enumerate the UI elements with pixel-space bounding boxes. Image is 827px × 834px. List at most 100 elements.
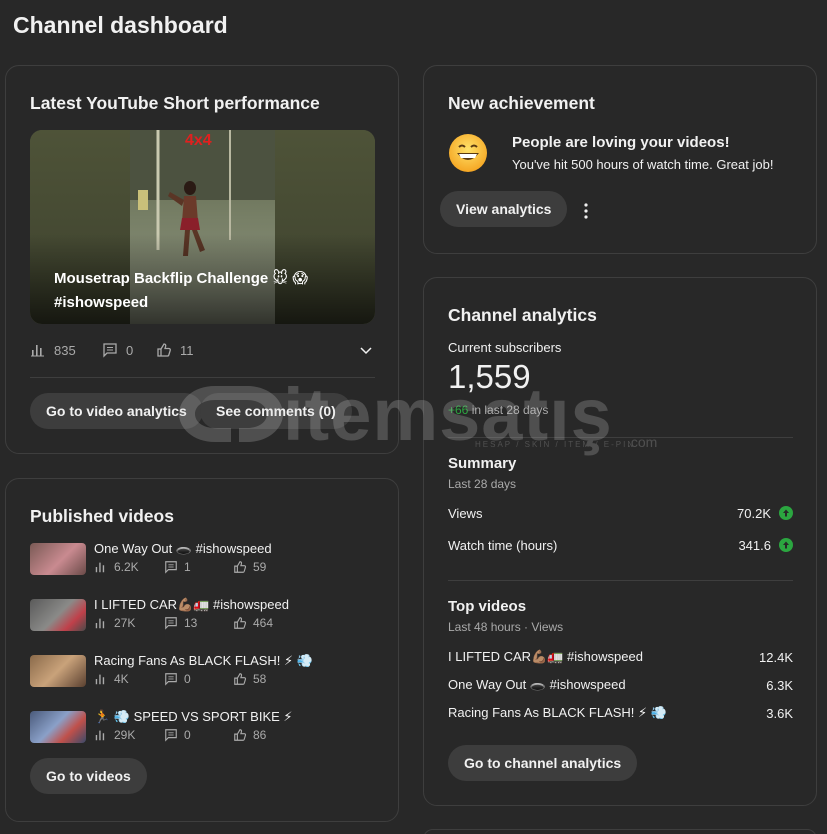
top-video-title: Racing Fans As BLACK FLASH! ⚡ 💨 [448, 705, 667, 720]
comments-stat: 13 [164, 616, 197, 630]
comments-stat: 1 [164, 560, 191, 574]
video-thumbnail [30, 543, 86, 575]
thumbs-up-icon [233, 560, 247, 574]
expand-chevron-icon[interactable] [358, 342, 374, 358]
published-videos-card: Published videos One Way Out 🕳️ #ishowsp… [5, 478, 399, 822]
more-options-icon[interactable] [574, 199, 598, 223]
comment-icon [164, 672, 178, 686]
metric-value: 341.6 [738, 537, 771, 553]
see-comments-button[interactable]: See comments (0) [200, 393, 352, 429]
top-video-row[interactable]: One Way Out 🕳️ #ishowspeed 6.3K [448, 675, 793, 695]
go-to-videos-button[interactable]: Go to videos [30, 758, 147, 794]
published-videos-heading: Published videos [30, 506, 174, 526]
list-item[interactable]: I LIFTED CAR💪🏽🚛 #ishowspeed 27K 13 464 [30, 597, 375, 633]
video-title: 🏃 💨 SPEED VS SPORT BIKE ⚡ [94, 709, 293, 724]
video-thumbnail [30, 655, 86, 687]
go-to-channel-analytics-button[interactable]: Go to channel analytics [448, 745, 638, 781]
top-video-views: 12.4K [759, 649, 793, 665]
latest-short-heading: Latest YouTube Short performance [30, 93, 320, 113]
views-count: 27K [114, 616, 136, 630]
comment-icon [102, 342, 118, 358]
grinning-face-icon [448, 133, 488, 173]
divider [448, 580, 793, 581]
likes-stat: 86 [233, 728, 266, 742]
video-stats: 6.2K 1 59 [94, 560, 354, 576]
video-stats: 27K 13 464 [94, 616, 354, 632]
trend-up-icon [779, 538, 793, 552]
page-title: Channel dashboard [13, 12, 228, 38]
list-item[interactable]: One Way Out 🕳️ #ishowspeed 6.2K 1 59 [30, 541, 375, 577]
likes-stat: 58 [233, 672, 266, 686]
channel-analytics-heading: Channel analytics [448, 305, 597, 325]
views-stat: 27K [94, 616, 135, 630]
list-item[interactable]: 🏃 💨 SPEED VS SPORT BIKE ⚡ 29K 0 86 [30, 709, 375, 745]
likes-stat: 464 [233, 616, 273, 630]
metric-row-views: Views 70.2K [448, 503, 793, 523]
short-thumbnail[interactable]: 4x4 Mousetrap Backflip Challenge 🐭 😱 #is… [30, 130, 375, 324]
likes-stat: 11 [156, 342, 194, 358]
thumbnail-badge: 4x4 [185, 132, 212, 149]
video-thumbnail [30, 711, 86, 743]
list-item[interactable]: Racing Fans As BLACK FLASH! ⚡ 💨 4K 0 58 [30, 653, 375, 689]
video-title: I LIFTED CAR💪🏽🚛 #ishowspeed [94, 597, 289, 612]
achievement-subtitle: You've hit 500 hours of watch time. Grea… [512, 157, 774, 172]
video-stats: 4K 0 58 [94, 672, 354, 688]
top-video-row[interactable]: I LIFTED CAR💪🏽🚛 #ishowspeed 12.4K [448, 647, 793, 667]
channel-analytics-card: Channel analytics Current subscribers 1,… [423, 277, 817, 806]
metric-label: Views [448, 505, 483, 521]
likes-count: 58 [253, 672, 267, 686]
subscribers-delta: +66 [448, 403, 469, 417]
views-stat: 6.2K [94, 560, 139, 574]
short-video-title: Mousetrap Backflip Challenge 🐭 😱 #ishows… [54, 270, 308, 311]
achievement-card: New achievement People are loving your v… [423, 65, 817, 254]
views-icon [94, 672, 108, 686]
views-icon [94, 616, 108, 630]
thumbs-up-icon [233, 672, 247, 686]
comments-stat: 0 [102, 342, 133, 358]
divider [30, 377, 375, 378]
likes-count: 86 [253, 728, 267, 742]
views-stat: 4K [94, 672, 129, 686]
next-card-edge [423, 829, 817, 834]
comments-stat: 0 [164, 728, 191, 742]
go-to-video-analytics-button[interactable]: Go to video analytics [30, 393, 203, 429]
top-videos-subtitle: Last 48 hours · Views [448, 620, 564, 634]
views-count: 4K [114, 672, 129, 686]
views-icon [30, 342, 46, 358]
thumbs-up-icon [233, 728, 247, 742]
metric-row-watch-time: Watch time (hours) 341.6 [448, 535, 793, 555]
comments-count: 0 [126, 342, 134, 358]
likes-count: 59 [253, 560, 267, 574]
views-stat: 835 [30, 342, 76, 358]
top-video-views: 6.3K [766, 677, 793, 693]
thumbs-up-icon [233, 616, 247, 630]
metric-label: Watch time (hours) [448, 537, 558, 553]
comments-count: 13 [184, 616, 198, 630]
top-video-row[interactable]: Racing Fans As BLACK FLASH! ⚡ 💨 3.6K [448, 703, 793, 723]
comments-count: 0 [184, 728, 191, 742]
views-count: 835 [54, 342, 76, 358]
comments-stat: 0 [164, 672, 191, 686]
divider [448, 437, 793, 438]
video-title: Racing Fans As BLACK FLASH! ⚡ 💨 [94, 653, 313, 668]
summary-subtitle: Last 28 days [448, 477, 517, 491]
view-analytics-button[interactable]: View analytics [440, 191, 568, 227]
trend-up-icon [779, 506, 793, 520]
top-video-title: I LIFTED CAR💪🏽🚛 #ishowspeed [448, 649, 643, 664]
comments-count: 0 [184, 672, 191, 686]
latest-short-card: Latest YouTube Short performance 4x4 Mou… [5, 65, 399, 454]
video-title: One Way Out 🕳️ #ishowspeed [94, 541, 272, 556]
short-stats: 835 0 11 [30, 342, 375, 362]
views-icon [94, 560, 108, 574]
metric-value: 70.2K [737, 505, 771, 521]
views-count: 6.2K [114, 560, 139, 574]
views-count: 29K [114, 728, 136, 742]
video-thumbnail [30, 599, 86, 631]
comment-icon [164, 616, 178, 630]
likes-count: 11 [180, 342, 194, 358]
top-video-views: 3.6K [766, 705, 793, 721]
likes-count: 464 [253, 616, 274, 630]
subscribers-count: 1,559 [448, 358, 531, 395]
likes-stat: 59 [233, 560, 266, 574]
comment-icon [164, 560, 178, 574]
